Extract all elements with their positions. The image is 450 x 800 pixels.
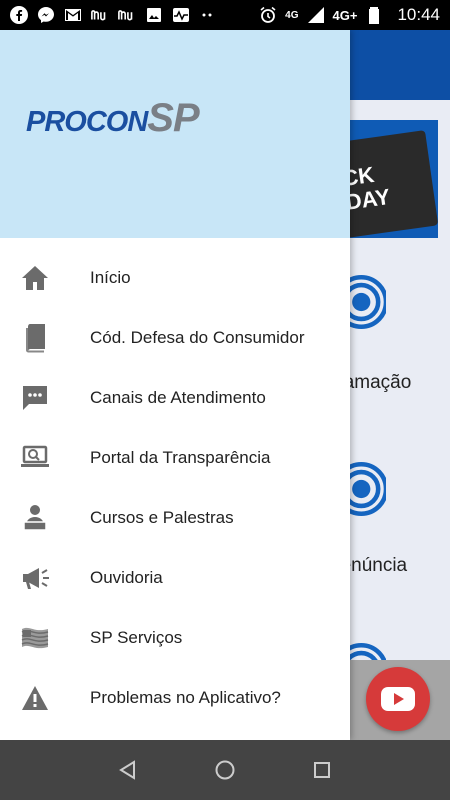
home-icon	[20, 263, 50, 293]
procon-sp-logo: PROCONSP	[26, 96, 200, 141]
youtube-icon	[381, 687, 415, 711]
menu-item-canais-atendimento[interactable]: Canais de Atendimento	[0, 368, 350, 428]
menu-item-cursos-palestras[interactable]: Cursos e Palestras	[0, 488, 350, 548]
system-icons: 4G 4G+ 10:44	[259, 5, 440, 25]
notification-icons	[10, 6, 217, 24]
youtube-button[interactable]	[366, 667, 430, 731]
menu-item-label: Cód. Defesa do Consumidor	[90, 328, 305, 347]
network-type-label-2: 4G+	[332, 7, 358, 23]
chat-icon	[20, 383, 50, 413]
gallery-icon	[147, 8, 161, 22]
menu-item-label: Canais de Atendimento	[90, 388, 266, 407]
status-bar: 4G 4G+ 10:44	[0, 0, 450, 30]
messenger-icon	[38, 7, 54, 23]
menu-item-sp-servicos[interactable]: SP Serviços	[0, 608, 350, 668]
menu-item-label: Ouvidoria	[90, 568, 163, 587]
menu-item-problemas-aplicativo[interactable]: Problemas no Aplicativo?	[0, 668, 350, 728]
menu-item-inicio[interactable]: Início	[0, 248, 350, 308]
book-icon	[20, 323, 50, 353]
drawer-menu: Início Cód. Defesa do Consumidor Canais …	[0, 238, 350, 728]
flag-icon	[20, 623, 50, 653]
more-icon	[202, 13, 212, 17]
menu-item-label: SP Serviços	[90, 628, 183, 647]
menu-item-label: Portal da Transparência	[90, 448, 271, 467]
back-icon[interactable]	[113, 755, 143, 785]
menu-item-label: Início	[90, 268, 131, 287]
gmail-icon	[65, 9, 81, 21]
battery-icon	[369, 7, 380, 24]
signal-icon	[307, 7, 324, 23]
nu-icon	[91, 10, 106, 21]
laptop-search-icon	[20, 443, 50, 473]
clock: 10:44	[397, 5, 440, 24]
menu-item-label: Cursos e Palestras	[90, 508, 234, 527]
home-nav-icon[interactable]	[210, 755, 240, 785]
menu-item-portal-transparencia[interactable]: Portal da Transparência	[0, 428, 350, 488]
system-nav-bar	[0, 740, 450, 800]
navigation-drawer: PROCONSP Início Cód. Defesa do Consumido…	[0, 30, 350, 740]
menu-item-codigo-defesa[interactable]: Cód. Defesa do Consumidor	[0, 308, 350, 368]
alarm-icon	[260, 6, 276, 23]
activity-icon	[173, 8, 189, 22]
logo-procon-text: PROCON	[26, 106, 148, 138]
logo-sp-text: SP	[147, 96, 199, 140]
warning-icon	[20, 683, 50, 713]
network-type-label: 4G	[285, 9, 299, 21]
menu-item-ouvidoria[interactable]: Ouvidoria	[0, 548, 350, 608]
drawer-header: PROCONSP	[0, 30, 350, 238]
teacher-icon	[20, 503, 50, 533]
recents-icon[interactable]	[307, 755, 337, 785]
facebook-icon	[10, 6, 28, 24]
menu-item-label: Problemas no Aplicativo?	[90, 688, 281, 707]
nu-icon	[118, 10, 133, 21]
megaphone-icon	[20, 563, 50, 593]
